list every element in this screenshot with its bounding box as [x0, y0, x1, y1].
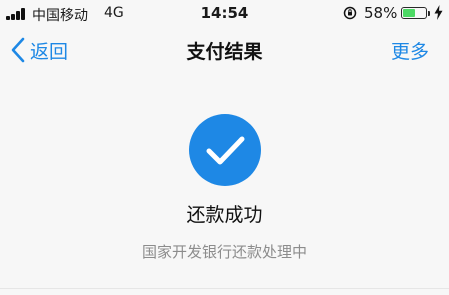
divider — [0, 288, 449, 289]
battery-percent: 58% — [364, 4, 398, 22]
result-title: 还款成功 — [186, 204, 263, 226]
nav-bar: 返回 支付结果 更多 — [0, 28, 449, 74]
orientation-lock-icon — [343, 6, 357, 20]
charging-bolt-icon — [434, 5, 443, 20]
more-button[interactable]: 更多 — [391, 37, 429, 64]
battery-level-fill — [403, 9, 415, 17]
page-title: 支付结果 — [186, 41, 263, 63]
battery-cap — [428, 11, 430, 16]
checkmark-circle-icon — [189, 114, 261, 186]
result-subtitle: 国家开发银行还款处理中 — [141, 243, 307, 261]
checkmark-icon — [206, 136, 245, 165]
battery-icon — [401, 7, 427, 19]
status-bar: 中国移动 4G 14:54 58% — [0, 0, 449, 28]
